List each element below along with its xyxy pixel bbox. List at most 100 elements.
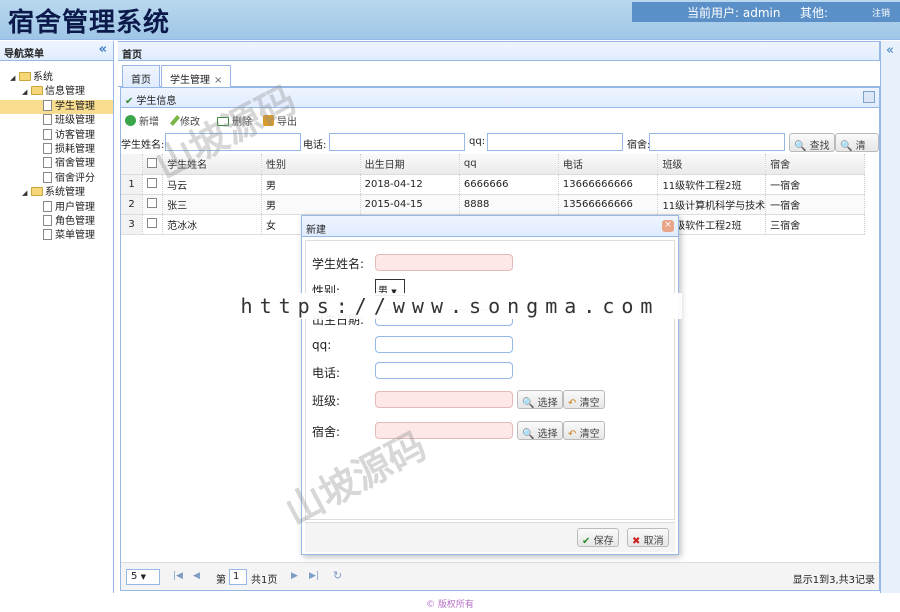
main-title: 首页: [118, 41, 880, 61]
column-header[interactable]: 宿舍: [765, 154, 865, 175]
expand-triangle-icon[interactable]: ◢: [22, 85, 31, 99]
nav-item-7[interactable]: 宿舍评分: [0, 171, 113, 186]
nav-item-label: 访客管理: [55, 129, 95, 141]
folder-icon: [19, 72, 31, 81]
nav-title: 导航菜单: [4, 49, 44, 60]
folder-icon: [31, 86, 43, 96]
file-icon: [43, 99, 52, 111]
page-size-select[interactable]: 5 ▼: [126, 569, 160, 585]
pagination-bar: 5 ▼ |◀ ◀ 第 1 共1页 ▶ ▶| ↻ 显示1到3,共3记录: [121, 562, 879, 590]
class-input[interactable]: [375, 391, 513, 408]
folder-icon: [31, 187, 43, 197]
row-number-header: [121, 154, 144, 175]
logout-link[interactable]: 注销: [872, 6, 890, 19]
next-page-icon[interactable]: ▶: [291, 571, 298, 581]
search-qq-label: qq:: [469, 136, 486, 147]
nav-item-8[interactable]: ◢ 系统管理: [0, 186, 113, 200]
nav-item-5[interactable]: 损耗管理: [0, 142, 113, 157]
table-cell: 11级计算机科学与技术: [657, 194, 767, 215]
column-header[interactable]: 班级: [657, 154, 767, 175]
app-header: 宿舍管理系统 当前用户: admin 其他: 注销: [0, 0, 900, 40]
row-checkbox[interactable]: [142, 194, 164, 215]
column-header[interactable]: qq: [459, 154, 559, 175]
collapse-left-icon[interactable]: «: [99, 42, 107, 57]
search-dorm-input[interactable]: [649, 133, 785, 151]
qq-label: qq:: [312, 338, 332, 352]
phone-label: 电话:: [312, 366, 341, 380]
select-class-button[interactable]: 🔍 选择: [517, 390, 563, 409]
search-dorm-label: 宿舍:: [627, 140, 651, 151]
table-cell: 男: [261, 194, 361, 215]
nav-item-label: 损耗管理: [55, 143, 95, 155]
search-icon: 🔍: [522, 398, 535, 409]
clear-class-button[interactable]: ↶ 清空: [563, 390, 605, 409]
nav-item-label: 宿舍评分: [55, 172, 95, 184]
tab-student-management[interactable]: 学生管理 ×: [161, 65, 232, 88]
qq-input[interactable]: [375, 336, 513, 353]
nav-item-0[interactable]: ◢ 系统: [0, 71, 113, 85]
page-prefix: 第: [216, 575, 226, 586]
clear-search-button[interactable]: 🔍 清空: [835, 133, 879, 167]
table-cell: 一宿舍: [765, 194, 865, 215]
column-header[interactable]: 电话: [558, 154, 659, 175]
nav-item-2[interactable]: 学生管理: [0, 99, 113, 115]
page-size-value: 5: [131, 571, 138, 582]
class-label: 班级:: [312, 394, 341, 408]
table-header-row: 学生姓名 性别 出生日期 qq 电话 班级 宿舍: [121, 154, 865, 175]
name-label: 学生姓名:: [312, 257, 365, 271]
table-row[interactable]: 2 张三男 2015-04-15 8888 13566666666 11级计算机科学与技术…: [121, 194, 865, 215]
table-cell: 一宿舍: [765, 174, 865, 195]
first-page-icon[interactable]: |◀: [173, 571, 183, 581]
column-header[interactable]: 出生日期: [360, 154, 460, 175]
nav-item-label: 宿舍管理: [55, 158, 95, 170]
expand-triangle-icon[interactable]: ◢: [22, 186, 31, 200]
watermark-banner: https://www.songma.com: [218, 293, 682, 319]
nav-item-6[interactable]: 宿舍管理: [0, 157, 113, 171]
nav-item-11[interactable]: 菜单管理: [0, 229, 113, 243]
close-icon[interactable]: ×: [662, 220, 674, 232]
file-icon: [43, 157, 52, 169]
search-qq-input[interactable]: [487, 133, 623, 151]
nav-item-4[interactable]: 访客管理: [0, 128, 113, 143]
file-icon: [43, 171, 52, 183]
nav-item-label: 系统管理: [45, 187, 85, 199]
row-checkbox[interactable]: [142, 174, 164, 195]
expand-right-icon[interactable]: «: [886, 43, 894, 58]
table-cell: 13566666666: [558, 194, 659, 215]
last-page-icon[interactable]: ▶|: [309, 571, 319, 581]
tab-close-icon[interactable]: ×: [214, 75, 222, 86]
nav-item-3[interactable]: 班级管理: [0, 114, 113, 128]
file-icon: [43, 200, 52, 212]
search-phone-input[interactable]: [329, 133, 465, 151]
file-icon: [43, 214, 52, 226]
clear-dorm-button[interactable]: ↶ 清空: [563, 421, 605, 440]
add-button[interactable]: 新增: [125, 113, 159, 128]
nav-item-1[interactable]: ◢ 信息管理: [0, 85, 113, 99]
table-row[interactable]: 1 马云男 2018-04-12 6666666 13666666666 11级软件工程2…: [121, 174, 865, 195]
phone-input[interactable]: [375, 362, 513, 379]
prev-page-icon[interactable]: ◀: [193, 571, 200, 581]
save-button[interactable]: ✔ 保存: [577, 528, 619, 547]
current-user: 当前用户: admin: [687, 6, 781, 20]
row-number: 1: [121, 174, 144, 195]
nav-item-label: 班级管理: [55, 115, 95, 127]
student-name-input[interactable]: [375, 254, 513, 271]
panel-collapse-icon[interactable]: [863, 91, 875, 103]
tab-home[interactable]: 首页: [122, 65, 160, 87]
cancel-button[interactable]: ✖ 取消: [627, 528, 669, 547]
refresh-icon[interactable]: ↻: [333, 569, 342, 582]
dialog-title: 新建: [306, 225, 326, 236]
check-icon: ✔: [582, 536, 591, 547]
search-button[interactable]: 🔍 查找: [789, 133, 835, 152]
nav-item-9[interactable]: 用户管理: [0, 200, 113, 215]
select-dorm-button[interactable]: 🔍 选择: [517, 421, 563, 440]
nav-tree: ◢ 系统 ◢ 信息管理 学生管理 班级管理访客管理损耗管理宿舍管理宿舍评分 ◢ 系统管理 用户管…: [0, 61, 113, 244]
add-label: 新增: [139, 117, 159, 128]
page-number-input[interactable]: 1: [229, 569, 247, 585]
tab-bar: 首页 学生管理 ×: [118, 63, 880, 88]
column-header[interactable]: 性别: [261, 154, 361, 175]
expand-triangle-icon[interactable]: ◢: [10, 71, 19, 85]
row-checkbox[interactable]: [142, 214, 164, 235]
table-cell: 三宿舍: [765, 214, 865, 235]
nav-item-10[interactable]: 角色管理: [0, 214, 113, 229]
